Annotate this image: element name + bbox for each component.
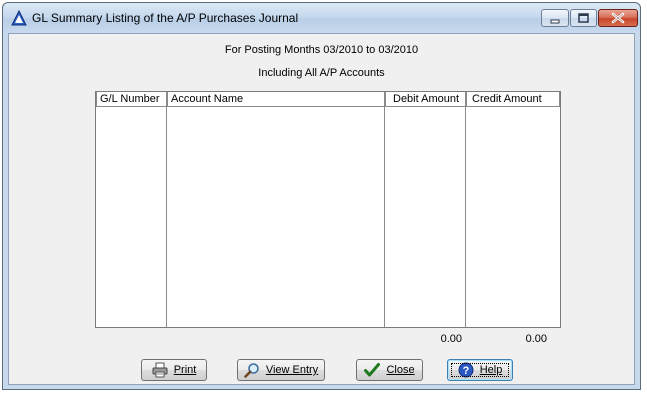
maximize-icon	[578, 13, 589, 23]
close-window-button[interactable]	[598, 9, 638, 27]
app-window: GL Summary Listing of the A/P Purchases …	[2, 2, 641, 390]
focus-ring	[451, 363, 509, 377]
minimize-button[interactable]	[541, 9, 569, 27]
magnifier-icon	[244, 363, 259, 378]
report-period: For Posting Months 03/2010 to 03/2010	[224, 44, 419, 56]
view-entry-label: View Entry	[265, 364, 319, 376]
printer-icon	[152, 362, 168, 378]
view-entry-button[interactable]: View Entry	[237, 359, 325, 381]
title-bar[interactable]: GL Summary Listing of the A/P Purchases …	[3, 3, 640, 33]
column-header-gl-number[interactable]: G/L Number	[96, 92, 167, 107]
gl-summary-table[interactable]: G/L Number Account Name Debit Amount Cre…	[95, 91, 561, 328]
help-button[interactable]: ? Help	[447, 359, 513, 381]
column-divider	[384, 107, 385, 327]
close-label: Close	[386, 364, 415, 376]
report-scope: Including All A/P Accounts	[258, 67, 385, 79]
minimize-icon	[550, 19, 560, 24]
table-header: G/L Number Account Name Debit Amount Cre…	[96, 92, 560, 107]
credit-total: 0.00	[525, 333, 547, 345]
column-header-account-name[interactable]: Account Name	[167, 92, 385, 107]
column-header-debit-amount[interactable]: Debit Amount	[385, 92, 466, 107]
checkmark-icon	[364, 363, 381, 377]
maximize-button[interactable]	[570, 9, 597, 27]
dialog-body: For Posting Months 03/2010 to 03/2010 In…	[8, 33, 635, 385]
column-header-credit-amount[interactable]: Credit Amount	[466, 92, 560, 107]
print-label: Print	[173, 364, 197, 376]
print-button[interactable]: Print	[141, 359, 207, 381]
window-title: GL Summary Listing of the A/P Purchases …	[32, 11, 299, 25]
close-icon	[611, 12, 625, 24]
close-button[interactable]: Close	[356, 359, 423, 381]
triangle-app-icon	[11, 10, 27, 26]
column-divider	[166, 107, 167, 327]
column-divider	[465, 107, 466, 327]
debit-total: 0.00	[440, 333, 462, 345]
